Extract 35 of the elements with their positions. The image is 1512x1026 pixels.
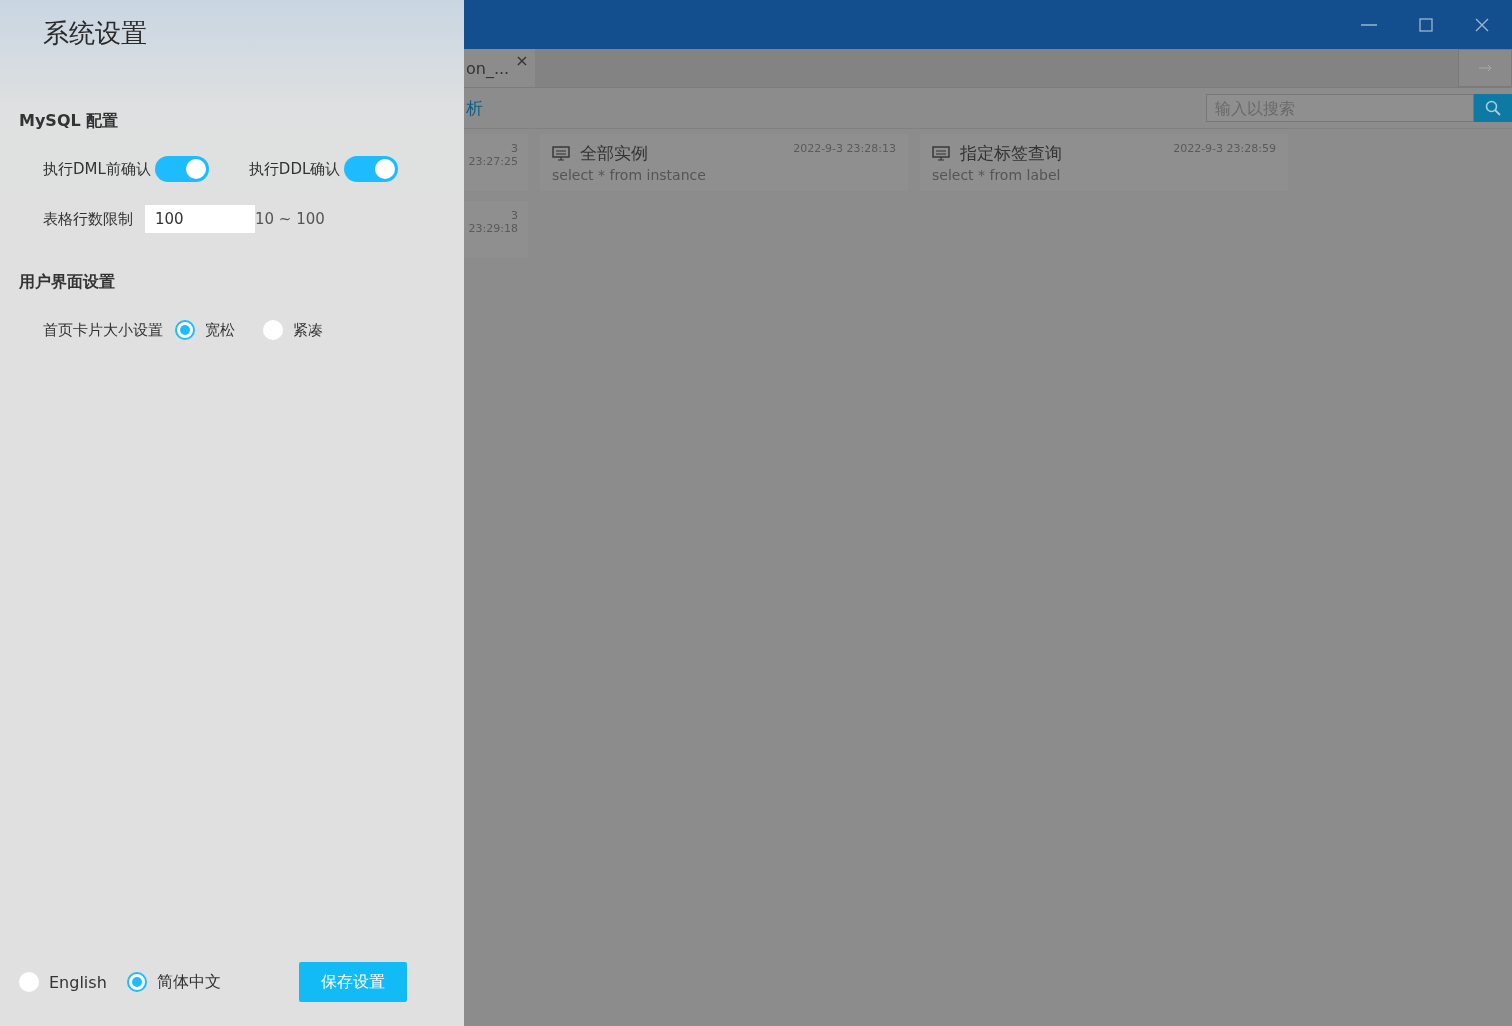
monitor-icon: [932, 146, 950, 161]
range-hint: 10 ~ 100: [255, 210, 325, 228]
switch-label: 执行DDL确认: [248, 159, 341, 179]
tab-scroll-button[interactable]: [1458, 49, 1512, 87]
radio-label[interactable]: 紧凑: [293, 320, 323, 340]
drawer-title: 系统设置: [43, 17, 148, 50]
monitor-icon: [552, 146, 570, 161]
radio-label[interactable]: 宽松: [205, 320, 235, 340]
section-heading: 用户界面设置: [19, 272, 116, 293]
radio-button[interactable]: [19, 972, 39, 992]
close-icon[interactable]: [1474, 16, 1490, 33]
card-query: select * from instance: [552, 167, 707, 183]
search-button[interactable]: [1474, 94, 1512, 122]
row-limit-field[interactable]: 100: [145, 205, 255, 233]
card-query: select * from label: [932, 167, 1062, 183]
card-title: 全部实例: [580, 142, 649, 165]
toggle-switch[interactable]: [344, 156, 399, 182]
card-title: 指定标签查询: [960, 142, 1063, 165]
search-icon: [1485, 100, 1501, 116]
radio-label[interactable]: 简体中文: [156, 971, 221, 993]
field-label: 表格行数限制: [43, 209, 133, 229]
tab-label[interactable]: on_...: [466, 58, 510, 78]
toolbar-link[interactable]: 析: [466, 97, 483, 119]
tab-close-button[interactable]: ×: [515, 51, 529, 70]
switch-label: 执行DML前确认: [43, 159, 151, 179]
radio-button[interactable]: [263, 320, 283, 340]
maximize-icon[interactable]: [1418, 16, 1434, 33]
radio-button[interactable]: [175, 320, 195, 340]
radio-button[interactable]: [126, 972, 147, 992]
arrow-icon: [1478, 63, 1492, 73]
radio-label[interactable]: English: [49, 972, 107, 992]
section-heading: MySQL 配置: [19, 111, 120, 132]
toggle-switch[interactable]: [154, 156, 209, 182]
field-label: 首页卡片大小设置: [43, 320, 163, 340]
save-button[interactable]: 保存设置: [298, 962, 407, 1002]
